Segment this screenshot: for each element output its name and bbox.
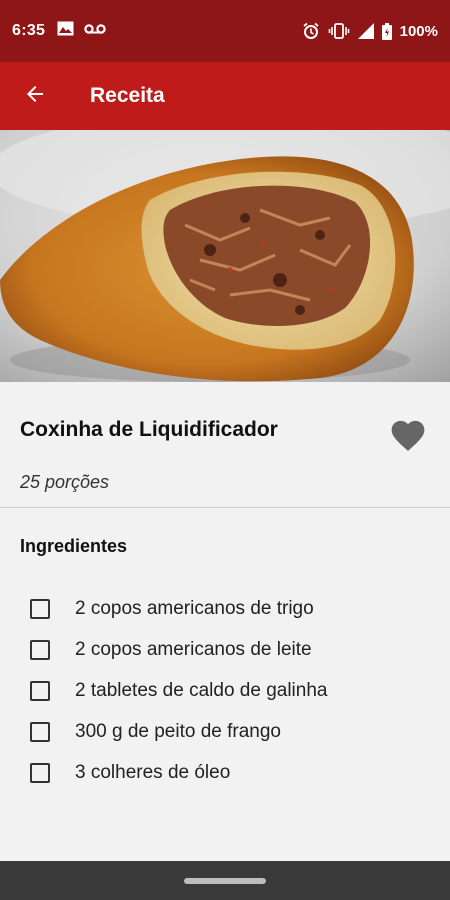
status-time: 6:35 <box>12 22 46 39</box>
signal-icon <box>357 23 374 39</box>
ingredient-item[interactable]: 3 colheres de óleo <box>0 752 450 793</box>
ingredient-checkbox[interactable] <box>30 762 50 783</box>
alarm-icon <box>302 22 320 40</box>
app-bar: Receita <box>0 62 450 130</box>
arrow-back-icon <box>23 82 47 111</box>
ingredient-item[interactable]: 300 g de peito de frango <box>0 711 450 752</box>
ingredient-label: 3 colheres de óleo <box>75 761 231 783</box>
ingredient-checkbox[interactable] <box>30 680 50 701</box>
servings-text: 25 porções <box>20 472 110 492</box>
recipe-image <box>0 130 450 382</box>
recipe-header: Coxinha de Liquidificador 25 porções <box>0 382 450 508</box>
ingredient-item[interactable]: 2 copos americanos de leite <box>0 629 450 670</box>
ingredient-checkbox[interactable] <box>30 721 50 742</box>
system-nav-bar <box>0 861 450 900</box>
ingredient-checkbox[interactable] <box>30 598 50 619</box>
status-bar: 6:35 100% <box>0 0 450 62</box>
status-system-icons: 100% <box>302 22 438 40</box>
vibrate-icon <box>328 23 350 39</box>
ingredient-list: 2 copos americanos de trigo 2 copos amer… <box>0 588 450 793</box>
image-icon <box>57 21 74 41</box>
ingredient-checkbox[interactable] <box>30 639 50 660</box>
battery-percentage: 100% <box>399 22 438 40</box>
home-gesture-handle[interactable] <box>184 877 266 884</box>
recipe-title: Coxinha de Liquidificador <box>20 418 278 441</box>
ingredient-item[interactable]: 2 copos americanos de trigo <box>0 588 450 629</box>
ingredients-heading: Ingredientes <box>20 536 128 556</box>
back-button[interactable] <box>0 62 70 130</box>
voicemail-icon <box>84 22 106 40</box>
ingredient-label: 2 tabletes de caldo de galinha <box>75 679 328 701</box>
ingredient-label: 300 g de peito de frango <box>75 720 282 742</box>
status-notification-icons <box>57 21 106 41</box>
ingredient-label: 2 copos americanos de trigo <box>75 597 314 619</box>
ingredient-label: 2 copos americanos de leite <box>75 638 312 660</box>
battery-icon <box>381 22 392 40</box>
ingredient-item[interactable]: 2 tabletes de caldo de galinha <box>0 670 450 711</box>
favorite-button[interactable] <box>384 414 432 458</box>
heart-icon <box>388 416 428 457</box>
page-title: Receita <box>90 84 165 107</box>
